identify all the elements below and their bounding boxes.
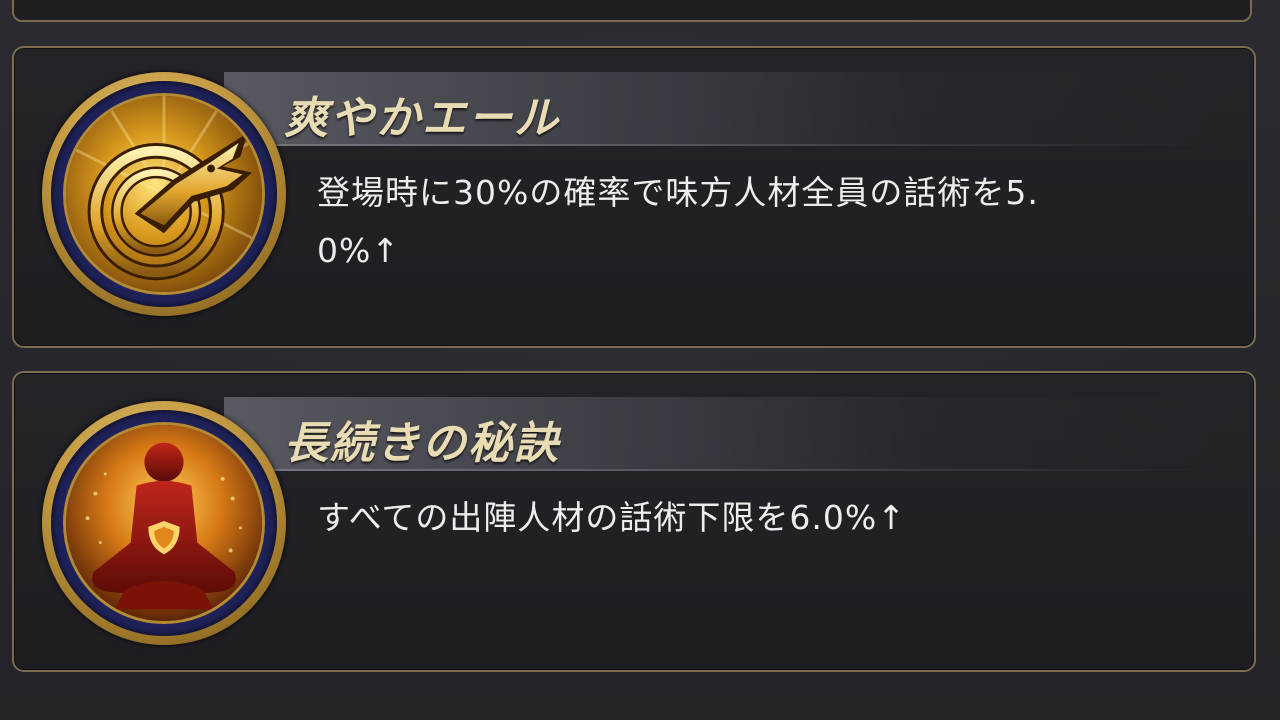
meditating-figure-shield-icon bbox=[63, 422, 265, 624]
skill-description-line: 登場時に30%の確率で味方人材全員の話術を5. bbox=[317, 173, 1039, 212]
skill-description-line: 0%↑ bbox=[317, 231, 401, 270]
skill-list-screen: 爽やかエール 登場時に30%の確率で味方人材全員の話術を5. 0%↑ 長続きの秘… bbox=[0, 0, 1280, 720]
skill-description: すべての出陣人材の話術下限を6.0%↑ bbox=[317, 489, 1217, 547]
skill-medallion bbox=[42, 72, 286, 316]
skill-description: 登場時に30%の確率で味方人材全員の話術を5. 0%↑ bbox=[317, 164, 1217, 280]
skill-card[interactable]: 爽やかエール 登場時に30%の確率で味方人材全員の話術を5. 0%↑ bbox=[12, 46, 1256, 348]
skill-card[interactable]: 長続きの秘訣 すべての出陣人材の話術下限を6.0%↑ bbox=[12, 371, 1256, 672]
previous-skill-card-edge bbox=[12, 0, 1252, 22]
skill-medallion bbox=[42, 401, 286, 645]
skill-name: 爽やかエール bbox=[284, 93, 560, 144]
skill-description-line: すべての出陣人材の話術下限を6.0%↑ bbox=[317, 498, 906, 537]
skill-name: 長続きの秘訣 bbox=[284, 418, 560, 469]
crocodile-emblem-icon bbox=[63, 93, 265, 295]
